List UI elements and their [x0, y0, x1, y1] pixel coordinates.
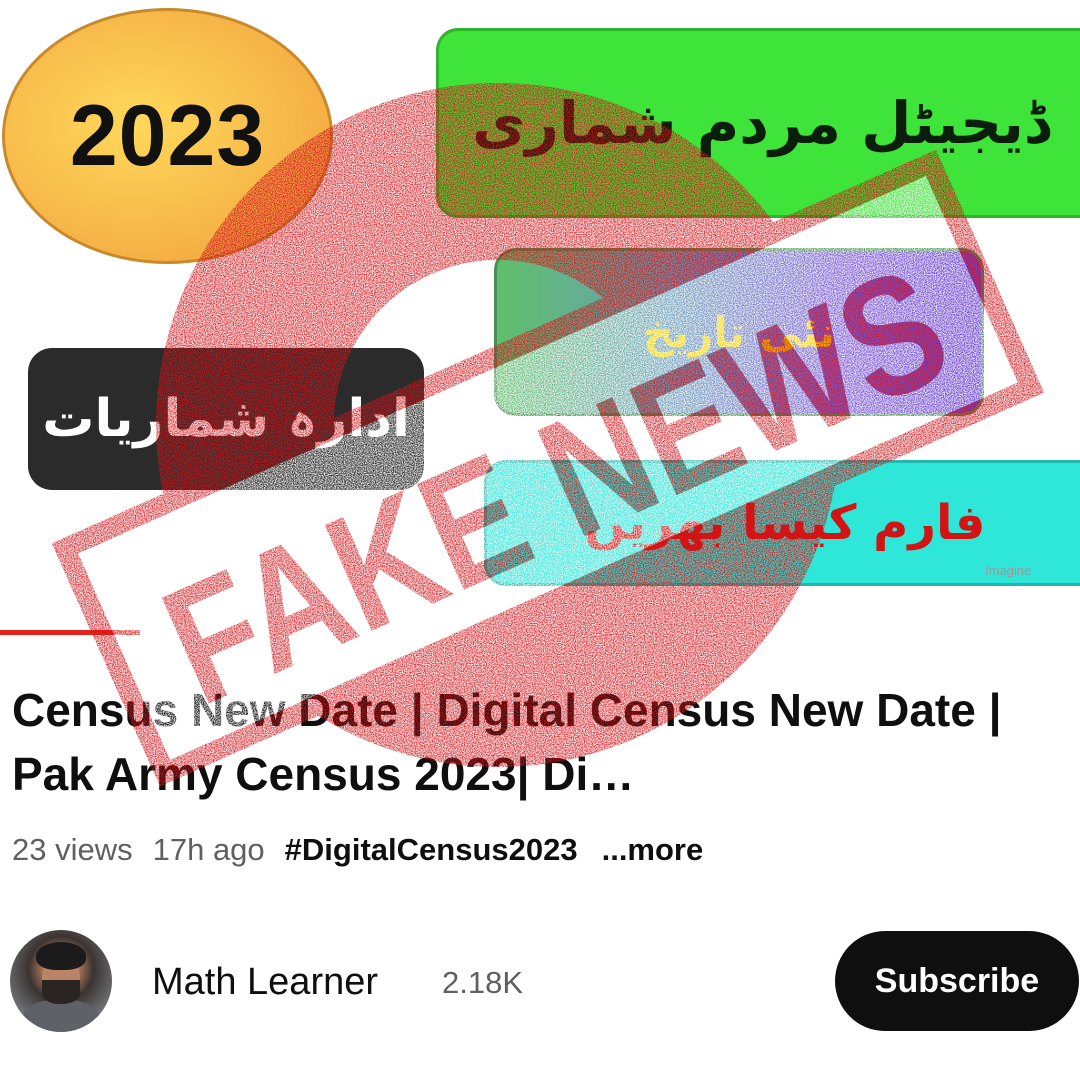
- progress-fill: [0, 630, 141, 635]
- subscriber-count: 2.18K: [442, 965, 524, 1000]
- video-meta: 23 views 17h ago #DigitalCensus2023 ...m…: [12, 832, 703, 868]
- video-progress-bar[interactable]: [0, 630, 1080, 635]
- upload-age: 17h ago: [152, 832, 265, 867]
- video-title[interactable]: Census New Date | Digital Census New Dat…: [12, 678, 1068, 806]
- subscribe-button[interactable]: Subscribe: [835, 931, 1079, 1031]
- institution-banner: ادارہ شماریات: [28, 348, 424, 490]
- digital-census-banner: ڈیجیٹل مردم شماری: [436, 28, 1080, 218]
- hashtag-link[interactable]: #DigitalCensus2023: [285, 832, 578, 868]
- more-button[interactable]: ...more: [602, 832, 704, 868]
- year-badge: 2023: [2, 8, 333, 264]
- watermark: Imagine: [985, 563, 1032, 578]
- channel-row: Math Learner 2.18K Subscribe: [0, 925, 1080, 1035]
- channel-avatar-icon[interactable]: [10, 930, 112, 1032]
- new-date-banner: نئی تاریخ: [494, 248, 984, 416]
- video-thumbnail[interactable]: 2023 ڈیجیٹل مردم شماری نئی تاریخ ادارہ ش…: [0, 0, 1080, 640]
- view-count: 23 views: [12, 832, 133, 867]
- channel-name[interactable]: Math Learner: [152, 961, 378, 1004]
